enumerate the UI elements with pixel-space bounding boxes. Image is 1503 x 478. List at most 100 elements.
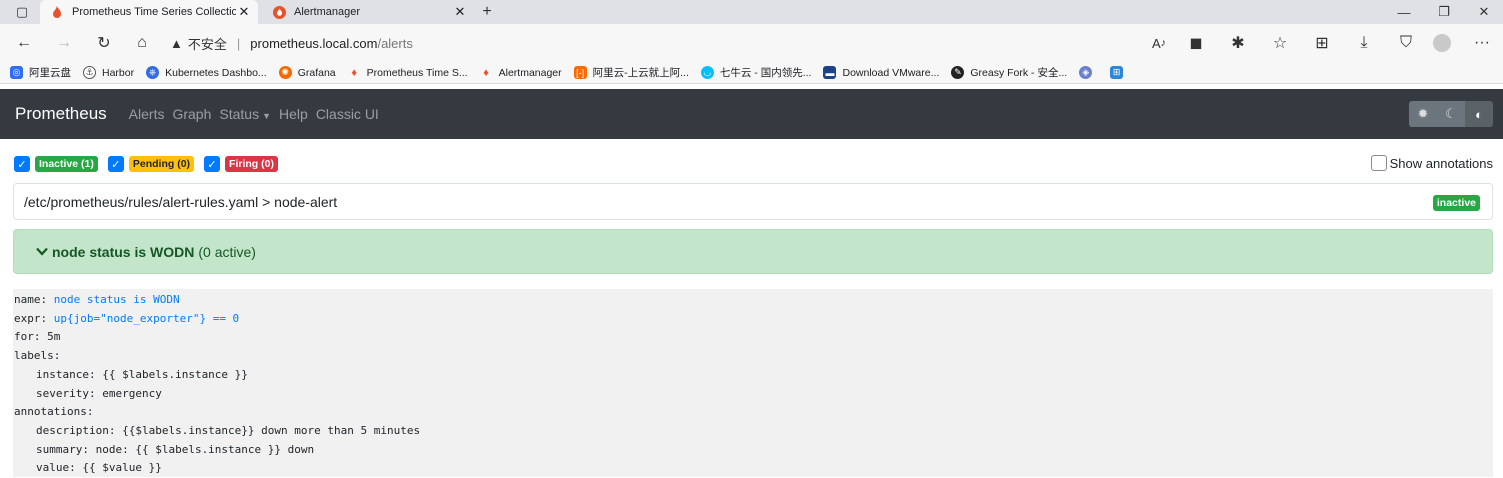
group-state-badge: inactive [1432,195,1480,211]
filter-firing[interactable]: ✓ Firing (0) [204,156,278,172]
rule-group-path: /etc/prometheus/rules/alert-rules.yaml >… [24,193,338,210]
bookmark-item[interactable]: ⎈ Kubernetes Dashbo... [146,66,267,79]
address-bar[interactable]: ▲ 不安全 | prometheus.local.com /alerts [170,30,1170,56]
puzzle-icon[interactable]: ✱ [1222,24,1254,62]
bookmark-label: Alertmanager [498,66,562,79]
prometheus-flame-icon [50,5,64,19]
rule-name-line: name: node status is WODN [14,291,1493,310]
bookmark-item[interactable]: ⚓ Harbor [83,66,134,79]
url-path: /alerts [377,35,413,51]
state-filters: ✓ Inactive (1) ✓ Pending (0) ✓ Firing (0… [14,155,288,173]
kubernetes-icon: ⎈ [146,66,160,79]
nav-help[interactable]: Help [279,106,308,122]
rule-key: expr: [14,311,48,325]
close-tab-icon[interactable]: ✕ [236,4,252,20]
restore-icon[interactable]: ❐ [1426,0,1462,24]
collections-icon[interactable]: ⊞ [1306,24,1338,62]
bookmark-label: Grafana [297,66,336,79]
chevron-down-icon[interactable] [36,244,48,259]
bookmark-item[interactable]: ◡ 七牛云 - 国内领先... [700,65,812,80]
show-annotations-label: Show annotations [1389,155,1493,171]
nav-status[interactable]: Status ▼ [219,106,271,122]
rule-name-link[interactable]: node status is WODN [54,293,180,306]
rule-labels-key: labels: [14,349,61,363]
bookmark-item[interactable]: ♦ Alertmanager [480,66,562,79]
close-window-icon[interactable]: ✕ [1466,0,1502,24]
bookmark-item[interactable]: ✎ Greasy Fork - 安全... [951,65,1067,80]
bookmark-label: Download VMware... [842,66,940,79]
bookmark-item[interactable]: ◎ 阿里云盘 [10,65,71,80]
nav-graph[interactable]: Graph [172,106,211,122]
rule-expr-link[interactable]: up{job="node_exporter"} == 0 [54,312,239,325]
bookmark-item[interactable]: ⊞ [1110,66,1129,79]
more-menu-icon[interactable]: ··· [1466,24,1498,62]
minimize-icon[interactable]: — [1386,0,1422,24]
forward-icon[interactable]: → [48,24,80,62]
contrast-icon[interactable]: ◐ [1465,101,1493,127]
brand-link[interactable]: Prometheus [15,104,107,124]
bookmark-site-icon: ◈ [1079,66,1093,79]
greasyfork-icon: ✎ [951,66,965,79]
aliyun-icon: [-] [573,66,587,79]
security-label[interactable]: 不安全 [188,34,227,53]
nav-alerts[interactable]: Alerts [129,106,165,122]
tab-actions-icon[interactable]: ▢ [4,0,40,24]
alert-header[interactable]: node status is WODN (0 active) [13,229,1493,274]
bookmark-item[interactable]: ▬ Download VMware... [823,66,939,79]
bookmark-grid-icon: ⊞ [1110,66,1124,79]
tab-title: Prometheus Time Series Collectio [72,6,236,18]
home-icon[interactable]: ⌂ [126,24,158,62]
favorites-icon[interactable]: ☆ [1264,24,1296,62]
download-icon[interactable]: ⤓ [1348,24,1380,62]
grafana-icon: ✺ [278,66,292,79]
rule-group-header: /etc/prometheus/rules/alert-rules.yaml >… [13,183,1493,220]
back-icon[interactable]: ← [8,24,40,62]
bookmark-item[interactable]: ✺ Grafana [278,66,336,79]
bookmark-label: 阿里云盘 [29,67,71,79]
profile-avatar-icon[interactable] [1426,24,1458,62]
read-aloud-icon[interactable]: A ♪ [1143,24,1175,62]
show-annotations-toggle[interactable]: Show annotations [1370,155,1493,171]
qiniu-icon: ◡ [700,66,714,79]
prometheus-navbar: Prometheus Alerts Graph Status ▼ Help Cla… [0,89,1503,139]
new-tab-icon[interactable]: + [474,0,500,24]
extension-icon[interactable]: ◼ [1180,24,1212,62]
filter-pending[interactable]: ✓ Pending (0) [107,156,195,172]
refresh-icon[interactable]: ↻ [88,24,120,62]
bookmark-label: Kubernetes Dashbo... [165,66,267,79]
tab-alertmanager[interactable]: Alertmanager ✕ [262,0,474,24]
bookmark-label: 七牛云 - 国内领先... [719,67,812,79]
bookmark-label: 阿里云-上云就上阿... [592,67,689,79]
address-separator: | [236,35,241,51]
warning-icon[interactable]: ▲ [170,36,183,51]
aliyun-drive-icon: ◎ [10,66,23,79]
checkbox-checked-icon[interactable]: ✓ [204,156,221,172]
rule-label-severity: severity: emergency [36,386,162,400]
alertmanager-icon: ♦ [483,66,489,79]
bookmark-item[interactable]: [-] 阿里云-上云就上阿... [573,65,689,80]
rule-for-line: for: 5m [14,330,61,344]
bookmark-item[interactable]: ◈ [1079,66,1098,79]
harbor-icon: ⚓ [83,66,96,79]
close-tab-icon[interactable]: ✕ [452,4,468,20]
bookmark-label: Prometheus Time S... [366,66,468,79]
vmware-icon: ▬ [823,66,837,79]
tab-prometheus[interactable]: Prometheus Time Series Collectio ✕ [40,0,258,24]
alert-name: node status is WODN [52,243,195,260]
caret-down-icon: ▼ [262,111,272,121]
alertmanager-icon [272,5,286,19]
url-host: prometheus.local.com [250,35,378,51]
filter-inactive[interactable]: ✓ Inactive (1) [14,156,98,172]
sun-icon[interactable]: ✹ [1409,101,1437,127]
shield-icon[interactable]: ⛉ [1390,24,1422,62]
checkbox-checked-icon[interactable]: ✓ [107,156,124,172]
bookmarks-bar: ◎ 阿里云盘 ⚓ Harbor ⎈ Kubernetes Dashbo... ✺… [0,62,1503,84]
prometheus-icon: ♦ [351,66,357,79]
bookmark-item[interactable]: ♦ Prometheus Time S... [348,66,468,79]
checkbox-unchecked-icon[interactable] [1370,155,1387,171]
rule-definition: name: node status is WODN expr: up{job="… [13,289,1493,477]
browser-tab-bar: ▢ Prometheus Time Series Collectio ✕ Ale… [0,0,1503,24]
nav-classic-ui[interactable]: Classic UI [316,106,379,122]
checkbox-checked-icon[interactable]: ✓ [14,156,30,172]
moon-icon[interactable]: ☾ [1437,101,1465,127]
